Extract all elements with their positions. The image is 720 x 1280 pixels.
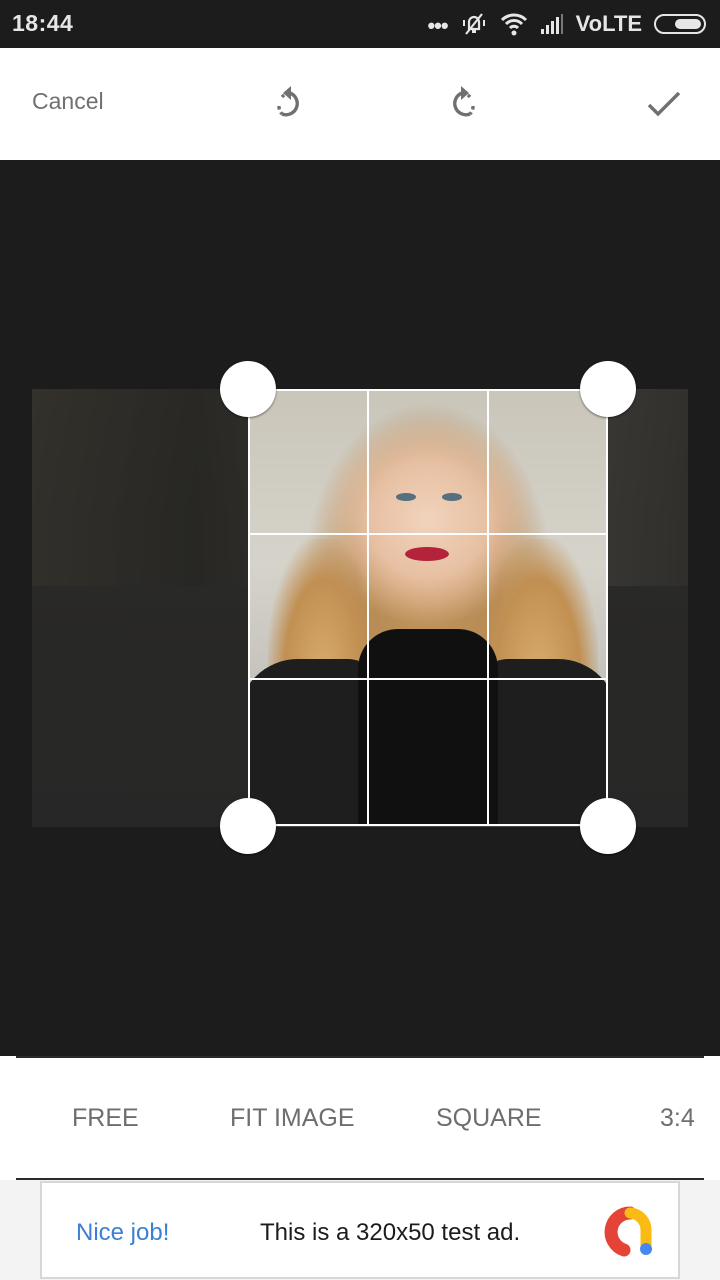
aspect-option-free[interactable]: FREE [72,1104,139,1133]
divider [16,1056,704,1058]
crop-handle-bottom-right[interactable] [580,798,636,854]
crop-dim-right [608,389,688,827]
rotate-left-icon [277,86,299,117]
cancel-button[interactable]: Cancel [32,88,104,115]
ad-container: Nice job! This is a 320x50 test ad. [0,1180,720,1280]
check-icon [647,91,681,117]
crop-handle-top-right[interactable] [580,361,636,417]
status-icons: ••• VoLTE [427,8,706,40]
crop-handle-top-left[interactable] [220,361,276,417]
crop-toolbar: Cancel [0,48,720,160]
aspect-option-3-4[interactable]: 3:4 [660,1104,695,1133]
aspect-option-square[interactable]: SQUARE [436,1104,542,1133]
status-bar: 18:44 ••• VoLTE [0,0,720,48]
status-time: 18:44 [12,10,74,36]
cell-signal-icon [540,14,563,34]
ad-text: This is a 320x50 test ad. [260,1219,521,1246]
network-type-label: VoLTE [575,11,642,36]
crop-canvas[interactable] [0,160,720,1056]
notifications-muted-icon [462,13,485,35]
overflow-notifications-icon: ••• [427,13,448,38]
rotate-right-button[interactable] [436,78,488,130]
aspect-ratio-bar: FREE FIT IMAGE SQUARE 3:4 [0,1056,720,1180]
rotate-left-button[interactable] [264,78,316,130]
admob-logo-icon [604,1206,652,1257]
crop-dim-left [32,389,248,827]
test-ad-banner[interactable]: Nice job! This is a 320x50 test ad. [40,1181,680,1279]
ad-title: Nice job! [76,1219,170,1246]
aspect-option-fit-image[interactable]: FIT IMAGE [230,1104,355,1133]
crop-frame [248,389,608,826]
confirm-crop-button[interactable] [638,78,690,130]
battery-icon [654,14,706,34]
wifi-icon [500,13,527,36]
rotate-right-icon [453,86,475,117]
crop-handle-bottom-left[interactable] [220,798,276,854]
photo-preview [32,389,688,827]
